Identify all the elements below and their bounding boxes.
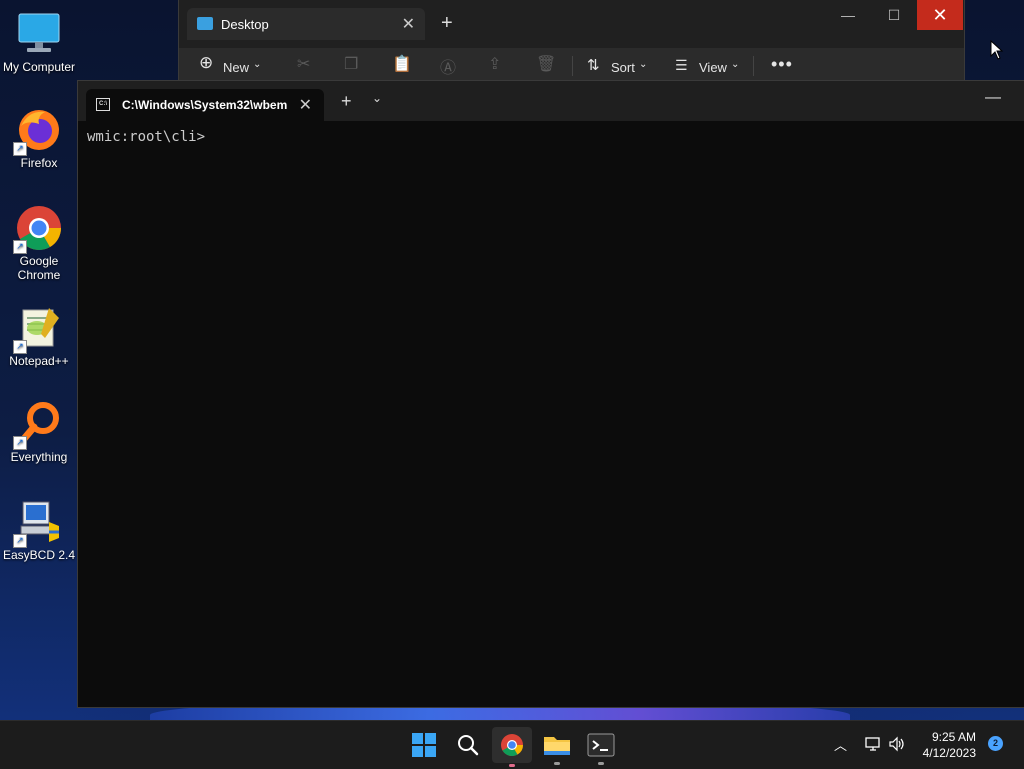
- taskbar-file-explorer[interactable]: [541, 729, 573, 765]
- chrome-icon: [501, 734, 523, 756]
- toolbar-divider: [572, 56, 573, 76]
- new-tab-button[interactable]: +: [441, 12, 453, 35]
- view-button[interactable]: View: [699, 60, 727, 75]
- minimize-button[interactable]: —: [985, 89, 1001, 107]
- shortcut-arrow-icon: ↗: [13, 142, 27, 156]
- explorer-toolbar: ⊕ New ⌄ ✂ ❐ 📋 Ⓐ ⇪ 🗑 ⇅ Sort ⌄ ☰ View ⌄ ••…: [179, 48, 964, 80]
- running-indicator: [554, 762, 560, 765]
- chevron-up-icon[interactable]: ︿: [834, 735, 847, 754]
- folder-icon: [197, 17, 213, 30]
- taskbar-terminal[interactable]: [585, 729, 617, 765]
- terminal-tab-title: C:\Windows\System32\wbem: [122, 98, 288, 112]
- terminal-output[interactable]: wmic:root\cli>: [87, 129, 205, 145]
- folder-icon: [544, 737, 570, 755]
- cut-icon[interactable]: ✂: [297, 54, 310, 74]
- desktop-icon-everything[interactable]: ↗ Everything: [0, 400, 78, 464]
- maximize-button[interactable]: ☐: [871, 0, 917, 30]
- copy-icon[interactable]: ❐: [344, 54, 358, 74]
- terminal-window[interactable]: C:\ C:\Windows\System32\wbem ✕ + ⌄ — wmi…: [77, 80, 1024, 708]
- chevron-down-icon[interactable]: ⌄: [372, 91, 382, 105]
- explorer-tab-title: Desktop: [221, 17, 269, 32]
- desktop-icon-label: EasyBCD 2.4: [2, 548, 76, 562]
- view-icon: ☰: [675, 57, 688, 73]
- monitor-icon: [15, 10, 63, 58]
- close-window-button[interactable]: ✕: [917, 0, 963, 30]
- desktop-icon-label: Notepad++: [9, 354, 69, 368]
- chevron-down-icon: ⌄: [253, 59, 262, 70]
- firefox-icon: ↗: [13, 106, 63, 156]
- new-button[interactable]: New: [223, 60, 249, 75]
- clock-date: 4/12/2023: [922, 746, 976, 760]
- chevron-down-icon: ⌄: [639, 59, 648, 70]
- command-prompt: wmic:root\cli>: [87, 129, 206, 145]
- mouse-cursor-icon: [990, 40, 1004, 60]
- start-button[interactable]: [408, 729, 440, 761]
- minimize-button[interactable]: —: [825, 0, 871, 30]
- more-options-icon[interactable]: •••: [771, 54, 793, 75]
- close-tab-icon[interactable]: ✕: [402, 14, 415, 34]
- desktop-icon-google-chrome[interactable]: ↗ Google Chrome: [0, 204, 78, 282]
- command-prompt-icon: C:\: [96, 98, 110, 111]
- search-icon: [458, 735, 479, 756]
- running-indicator: [509, 764, 515, 767]
- paste-icon[interactable]: 📋: [392, 54, 412, 74]
- desktop-icon-label: Firefox: [20, 156, 58, 170]
- clock-time: 9:25 AM: [931, 730, 976, 744]
- desktop-icon-firefox[interactable]: ↗ Firefox: [0, 106, 78, 170]
- terminal-tab[interactable]: C:\ C:\Windows\System32\wbem ✕: [86, 89, 324, 121]
- magnifier-icon: ↗: [13, 400, 63, 450]
- share-icon[interactable]: ⇪: [488, 54, 501, 74]
- sort-button[interactable]: Sort: [611, 60, 635, 75]
- explorer-tab-desktop[interactable]: Desktop ✕: [187, 8, 425, 40]
- desktop-icon-label: Everything: [10, 450, 68, 464]
- new-tab-button[interactable]: +: [341, 91, 352, 112]
- desktop-icon-easybcd[interactable]: ↗ EasyBCD 2.4: [0, 498, 78, 562]
- search-button[interactable]: [452, 729, 484, 761]
- terminal-title-bar: C:\ C:\Windows\System32\wbem ✕ + ⌄ —: [78, 81, 1024, 121]
- rename-icon[interactable]: Ⓐ: [440, 54, 456, 78]
- desktop-icon-notepad-plus-plus[interactable]: ↗ Notepad++: [0, 304, 78, 368]
- taskbar: ︿ 9:25 AM 4/12/2023: [0, 720, 1024, 769]
- new-plus-icon: ⊕: [199, 53, 214, 72]
- shortcut-arrow-icon: ↗: [13, 240, 27, 254]
- notification-badge[interactable]: 2: [988, 736, 1003, 751]
- sort-icon: ⇅: [587, 57, 600, 74]
- volume-icon[interactable]: [888, 735, 906, 753]
- shortcut-arrow-icon: ↗: [13, 436, 27, 450]
- delete-icon[interactable]: 🗑: [536, 54, 556, 74]
- file-explorer-window: Desktop ✕ + — ☐ ✕ ⊕ New ⌄ ✂ ❐ 📋 Ⓐ ⇪ 🗑 ⇅ …: [178, 0, 965, 81]
- taskbar-chrome[interactable]: [492, 727, 532, 767]
- notepad-plus-plus-icon: ↗: [13, 304, 63, 354]
- desktop-icon-label: My Computer: [2, 60, 76, 74]
- network-icon[interactable]: [864, 735, 882, 753]
- toolbar-divider: [753, 56, 754, 76]
- terminal-icon: [587, 733, 615, 757]
- chrome-icon: ↗: [13, 204, 63, 254]
- chevron-down-icon: ⌄: [731, 59, 740, 70]
- windows-logo-icon: [412, 733, 436, 757]
- shortcut-arrow-icon: ↗: [13, 534, 27, 548]
- clock[interactable]: 9:25 AM 4/12/2023: [918, 729, 976, 761]
- running-indicator: [598, 762, 604, 765]
- desktop-icon-my-computer[interactable]: My Computer: [0, 10, 78, 74]
- easybcd-icon: ↗: [13, 498, 63, 548]
- desktop-icon-label: Google Chrome: [17, 254, 61, 282]
- shortcut-arrow-icon: ↗: [13, 340, 27, 354]
- close-tab-icon[interactable]: ✕: [299, 95, 312, 115]
